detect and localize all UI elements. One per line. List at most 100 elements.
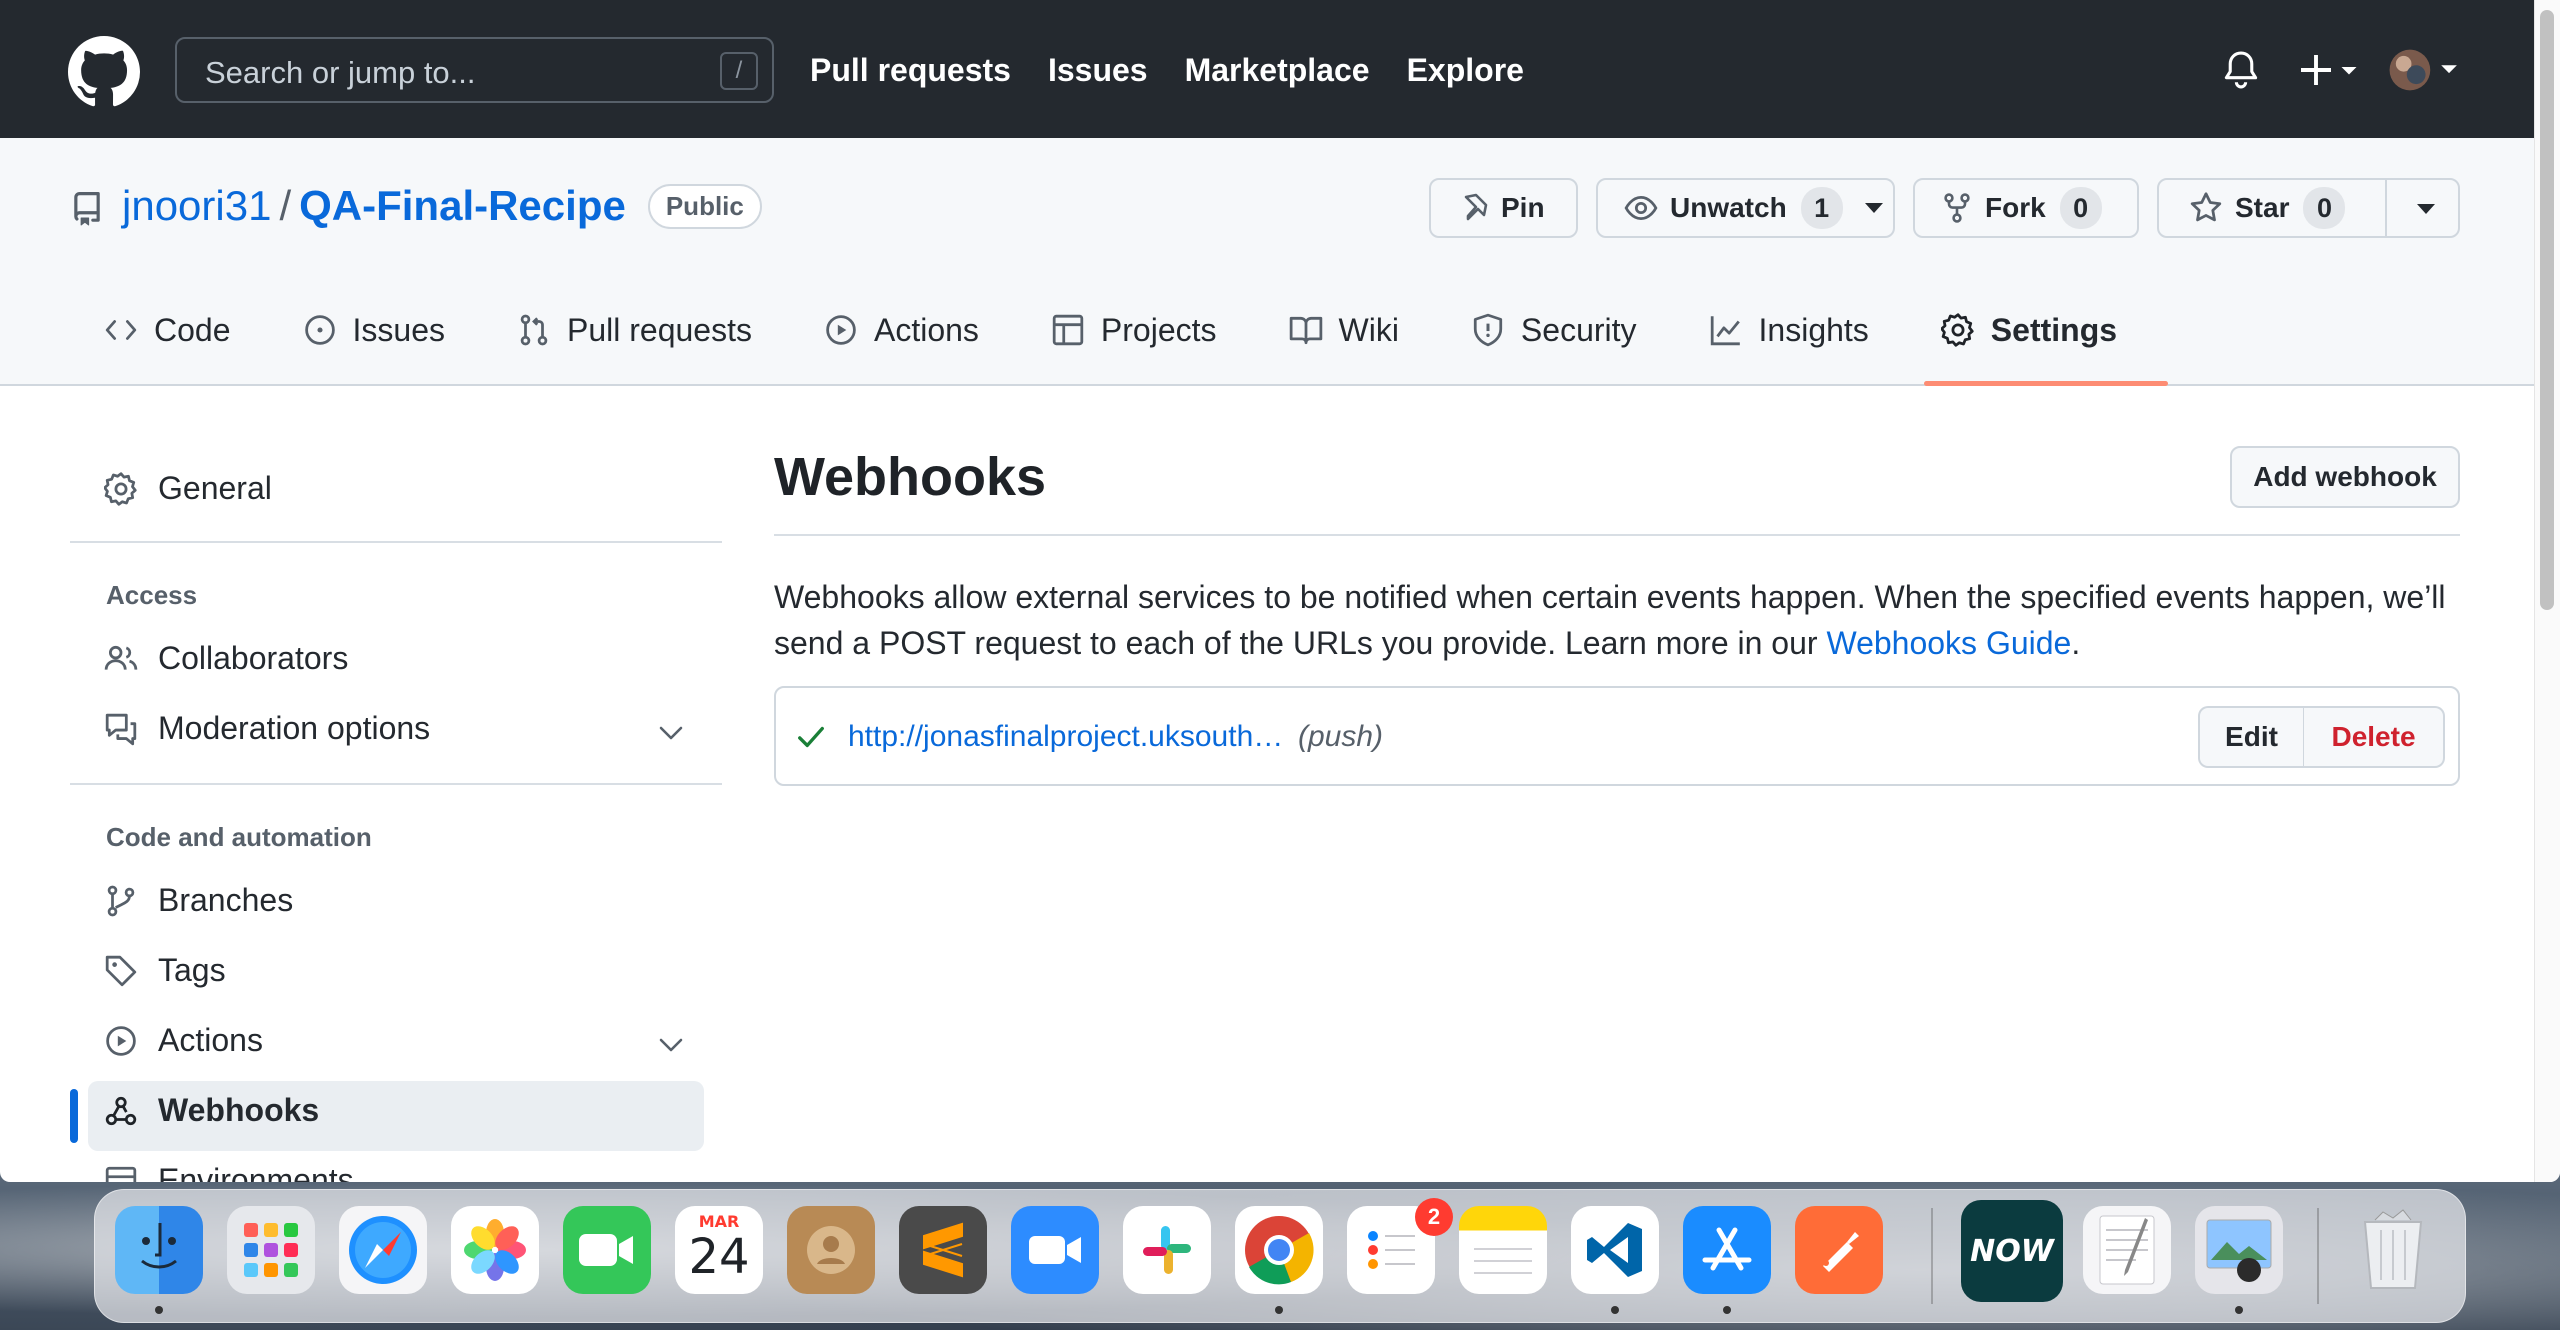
running-indicator bbox=[1611, 1306, 1619, 1314]
eye-icon bbox=[1624, 195, 1658, 221]
calendar-icon[interactable]: MAR 24 bbox=[675, 1206, 763, 1294]
play-icon bbox=[826, 315, 856, 345]
star-button[interactable]: Star 0 bbox=[2157, 178, 2460, 238]
app-store-icon[interactable] bbox=[1683, 1206, 1771, 1294]
webhook-icon bbox=[105, 1096, 137, 1125]
sidebar-item-label: Branches bbox=[158, 882, 294, 918]
repo-owner-link[interactable]: jnoori31 bbox=[122, 182, 271, 230]
tab-projects-label: Projects bbox=[1100, 311, 1217, 348]
add-webhook-button[interactable]: Add webhook bbox=[2230, 446, 2460, 508]
tab-actions-label: Actions bbox=[873, 311, 979, 348]
sidebar-item-collaborators[interactable]: Collaborators bbox=[104, 640, 348, 677]
slash-shortcut-key: / bbox=[720, 52, 758, 90]
star-icon bbox=[2190, 192, 2222, 222]
tab-wiki[interactable]: Wiki bbox=[1289, 298, 1399, 362]
unwatch-label: Unwatch bbox=[1670, 192, 1787, 223]
macos-dock: MAR 24 2 NOW bbox=[94, 1189, 2466, 1323]
browser-window: Search or jump to... / Pull requests Iss… bbox=[0, 0, 2560, 1182]
tab-security[interactable]: Security bbox=[1471, 298, 1637, 362]
webhook-event-label: (push) bbox=[1298, 720, 1384, 753]
tab-security-label: Security bbox=[1520, 311, 1637, 348]
unwatch-button[interactable]: Unwatch 1 bbox=[1596, 178, 1895, 238]
code-icon bbox=[105, 320, 137, 340]
now-tv-icon[interactable]: NOW bbox=[1961, 1200, 2063, 1302]
fork-count: 0 bbox=[2059, 187, 2102, 229]
global-header: Search or jump to... / Pull requests Iss… bbox=[0, 0, 2534, 138]
description-text: Webhooks allow external services to be n… bbox=[774, 579, 2446, 661]
active-tab-underline bbox=[1924, 381, 2168, 386]
search-input[interactable]: Search or jump to... / bbox=[175, 37, 774, 103]
pin-icon bbox=[1464, 193, 1488, 221]
dock-separator bbox=[1931, 1208, 1933, 1304]
postman-icon[interactable] bbox=[1795, 1206, 1883, 1294]
preview-icon[interactable] bbox=[2195, 1206, 2283, 1294]
tab-actions[interactable]: Actions bbox=[824, 298, 979, 362]
tab-pull-requests[interactable]: Pull requests bbox=[517, 298, 752, 362]
safari-icon[interactable] bbox=[339, 1206, 427, 1294]
webhook-list-item: http://jonasfinalproject.uksouth… (push)… bbox=[774, 686, 2460, 786]
sidebar-active-indicator bbox=[70, 1089, 78, 1143]
create-new-plus-icon[interactable] bbox=[2298, 50, 2358, 90]
edit-webhook-button[interactable]: Edit bbox=[2198, 706, 2304, 768]
notes-icon[interactable] bbox=[1459, 1206, 1547, 1294]
repo-icon bbox=[74, 192, 100, 226]
sidebar-divider bbox=[70, 783, 722, 785]
launchpad-icon[interactable] bbox=[227, 1206, 315, 1294]
webhooks-description: Webhooks allow external services to be n… bbox=[774, 574, 2460, 666]
nav-pull-requests[interactable]: Pull requests bbox=[810, 52, 1011, 89]
nav-issues[interactable]: Issues bbox=[1048, 52, 1148, 89]
user-avatar-icon[interactable] bbox=[2388, 48, 2460, 92]
zoom-icon[interactable] bbox=[1011, 1206, 1099, 1294]
sidebar-heading-code-automation: Code and automation bbox=[106, 822, 372, 852]
running-indicator bbox=[1723, 1306, 1731, 1314]
pin-button[interactable]: Pin bbox=[1429, 178, 1578, 238]
tab-projects[interactable]: Projects bbox=[1051, 298, 1217, 362]
running-indicator bbox=[2235, 1306, 2243, 1314]
sidebar-item-label: Tags bbox=[158, 952, 226, 988]
page-scrollbar[interactable] bbox=[2534, 0, 2560, 1182]
scrollbar-thumb[interactable] bbox=[2540, 10, 2554, 610]
nav-marketplace[interactable]: Marketplace bbox=[1185, 52, 1370, 89]
sidebar-item-tags[interactable]: Tags bbox=[104, 952, 226, 989]
chevron-down-icon[interactable] bbox=[658, 1037, 684, 1053]
webhook-url-link[interactable]: http://jonasfinalproject.uksouth… bbox=[848, 720, 1283, 754]
sidebar-item-environments[interactable]: Environments bbox=[104, 1162, 354, 1182]
play-icon bbox=[106, 1025, 136, 1056]
slack-icon[interactable] bbox=[1123, 1206, 1211, 1294]
chrome-icon[interactable] bbox=[1235, 1206, 1323, 1294]
sidebar-item-branches[interactable]: Branches bbox=[104, 882, 293, 919]
trash-icon[interactable] bbox=[2349, 1206, 2437, 1294]
sidebar-item-webhooks[interactable]: Webhooks bbox=[104, 1092, 319, 1129]
tab-issues[interactable]: Issues bbox=[303, 298, 445, 362]
star-list-dropdown-icon[interactable] bbox=[2417, 204, 2435, 214]
reminders-badge: 2 bbox=[1415, 1198, 1453, 1236]
page-title: Webhooks bbox=[774, 447, 1047, 507]
photos-icon[interactable] bbox=[451, 1206, 539, 1294]
facetime-icon[interactable] bbox=[563, 1206, 651, 1294]
sidebar-heading-access: Access bbox=[106, 580, 198, 610]
finder-icon[interactable] bbox=[115, 1206, 203, 1294]
bell-icon[interactable] bbox=[2222, 50, 2260, 90]
sidebar-item-actions[interactable]: Actions bbox=[104, 1022, 263, 1059]
textedit-document-icon[interactable] bbox=[2083, 1206, 2171, 1294]
webhooks-guide-link[interactable]: Webhooks Guide bbox=[1826, 625, 2071, 661]
repo-name-link[interactable]: QA-Final-Recipe bbox=[299, 182, 626, 230]
nav-explore[interactable]: Explore bbox=[1407, 52, 1524, 89]
vscode-icon[interactable] bbox=[1571, 1206, 1659, 1294]
delete-webhook-button[interactable]: Delete bbox=[2303, 706, 2445, 768]
github-logo-icon[interactable] bbox=[68, 36, 140, 108]
repo-title: jnoori31 / QA-Final-Recipe Public bbox=[122, 182, 762, 230]
sidebar-item-general[interactable]: General bbox=[104, 470, 272, 507]
tab-code[interactable]: Code bbox=[104, 298, 231, 362]
tab-insights[interactable]: Insights bbox=[1709, 298, 1869, 362]
sidebar-item-label: General bbox=[158, 470, 272, 506]
sidebar-item-moderation-options[interactable]: Moderation options bbox=[104, 710, 430, 747]
star-button-divider bbox=[2385, 180, 2387, 236]
contacts-icon[interactable] bbox=[787, 1206, 875, 1294]
tab-settings[interactable]: Settings bbox=[1940, 298, 2117, 362]
chevron-down-icon[interactable] bbox=[658, 725, 684, 741]
fork-button[interactable]: Fork 0 bbox=[1913, 178, 2139, 238]
description-period: . bbox=[2071, 625, 2081, 661]
tab-wiki-label: Wiki bbox=[1338, 311, 1399, 348]
sublime-text-icon[interactable] bbox=[899, 1206, 987, 1294]
